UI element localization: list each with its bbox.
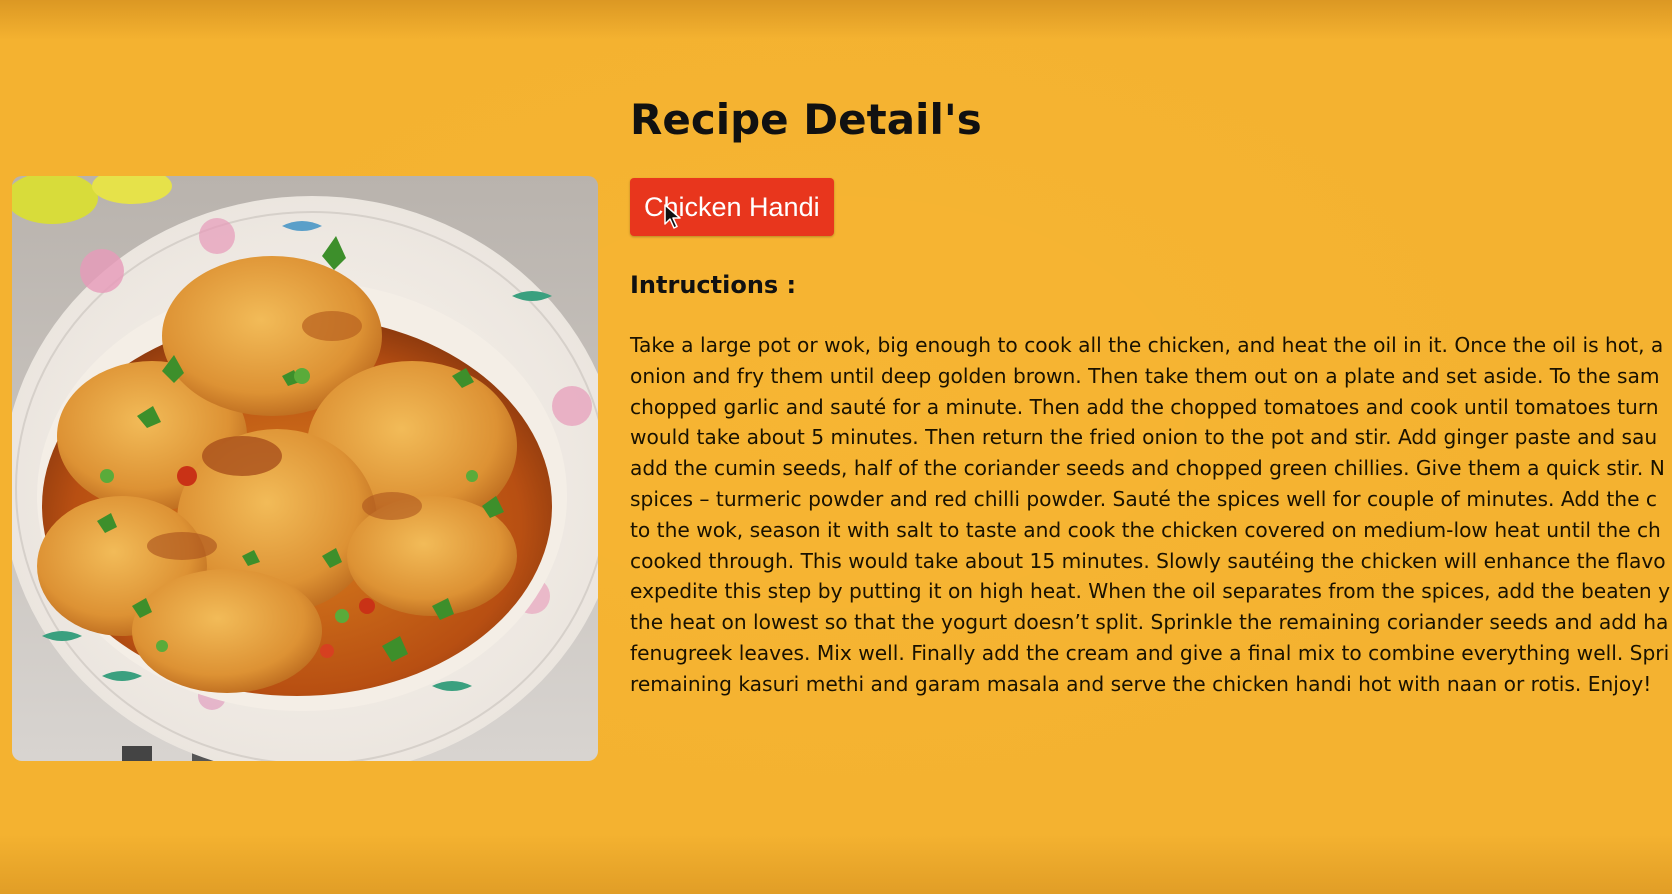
chicken-handi-image — [12, 176, 598, 761]
instruction-line: spices – turmeric powder and red chilli … — [630, 486, 1658, 511]
recipe-detail-page: Recipe Detail's Chicken Handi Intruction… — [0, 0, 1672, 894]
recipe-photo — [12, 176, 598, 761]
recipe-details: Recipe Detail's Chicken Handi Intruction… — [630, 90, 1672, 700]
instruction-line: chopped garlic and sauté for a minute. T… — [630, 394, 1659, 419]
instructions-heading: Intructions : — [630, 271, 797, 299]
instruction-line: to the wok, season it with salt to taste… — [630, 517, 1661, 542]
instruction-line: Take a large pot or wok, big enough to c… — [630, 333, 1664, 357]
instructions-text: Take a large pot or wok, big enough to c… — [630, 330, 1672, 700]
instruction-line: would take about 5 minutes. Then return … — [630, 425, 1658, 450]
page-title: Recipe Detail's — [630, 95, 982, 144]
instruction-line: remaining kasuri methi and garam masala … — [630, 671, 1652, 696]
instruction-line: onion and fry them until deep golden bro… — [630, 363, 1660, 388]
instruction-line: fenugreek leaves. Mix well. Finally add … — [630, 640, 1670, 665]
recipe-name-button[interactable]: Chicken Handi — [630, 178, 834, 236]
mouse-pointer-icon — [664, 204, 681, 229]
instruction-line: cooked through. This would take about 15… — [630, 548, 1666, 573]
instruction-line: add the cumin seeds, half of the coriand… — [630, 456, 1665, 481]
instruction-line: expedite this step by putting it on high… — [630, 579, 1671, 604]
instruction-line: the heat on lowest so that the yogurt do… — [630, 610, 1669, 635]
